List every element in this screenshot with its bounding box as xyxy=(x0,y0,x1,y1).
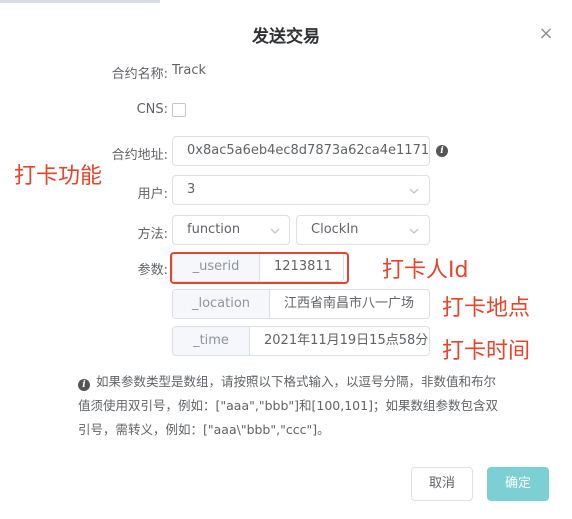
contract-name-value: Track xyxy=(172,63,207,78)
param-location-field[interactable]: _location 江西省南昌市八一广场 xyxy=(172,289,430,319)
param-time-name: _time xyxy=(173,327,250,355)
param-time-input[interactable]: 2021年11月19日15点58分 xyxy=(250,327,429,355)
method-type-value: function xyxy=(187,222,241,237)
send-transaction-dialog: 发送交易 × 合约名称: Track CNS: 合约地址: 0x8ac5a6eb… xyxy=(0,0,572,519)
contract-name-label: 合约名称: xyxy=(111,67,168,82)
close-icon[interactable]: × xyxy=(536,24,556,44)
params-label: 参数: xyxy=(137,263,168,278)
method-label: 方法: xyxy=(137,227,168,242)
address-info-icon[interactable]: i xyxy=(436,145,448,157)
dialog-title: 发送交易 xyxy=(252,27,320,47)
param-time-field[interactable]: _time 2021年11月19日15点58分 xyxy=(172,326,430,356)
annotation-clock-location: 打卡地点 xyxy=(442,296,531,321)
cns-label: CNS: xyxy=(136,102,168,117)
chevron-down-icon xyxy=(409,188,419,194)
highlight-box xyxy=(170,252,349,284)
user-select[interactable]: 3 xyxy=(172,175,430,205)
annotation-clock-time: 打卡时间 xyxy=(442,339,531,364)
info-icon: i xyxy=(78,379,90,391)
note-text: 如果参数类型是数组，请按照以下格式输入，以逗号分隔，非数值和布尔值须使用双引号，… xyxy=(78,374,498,437)
param-location-name: _location xyxy=(173,290,270,318)
cns-checkbox[interactable] xyxy=(172,103,186,117)
contract-address-input[interactable]: 0x8ac5a6eb4ec8d7873a62ca4e11713 xyxy=(172,136,430,166)
param-location-input[interactable]: 江西省南昌市八一广场 xyxy=(270,290,429,318)
chevron-down-icon xyxy=(409,228,419,234)
chevron-down-icon xyxy=(270,228,280,234)
annotation-clock-function: 打卡功能 xyxy=(14,164,103,189)
method-name-value: ClockIn xyxy=(311,222,359,237)
array-format-note: i 如果参数类型是数组，请按照以下格式输入，以逗号分隔，非数值和布尔值须使用双引号… xyxy=(78,370,498,442)
confirm-button[interactable]: 确定 xyxy=(487,467,549,501)
user-select-value: 3 xyxy=(187,182,196,197)
cancel-button[interactable]: 取消 xyxy=(411,467,473,501)
annotation-clock-person-id: 打卡人Id xyxy=(382,258,469,283)
